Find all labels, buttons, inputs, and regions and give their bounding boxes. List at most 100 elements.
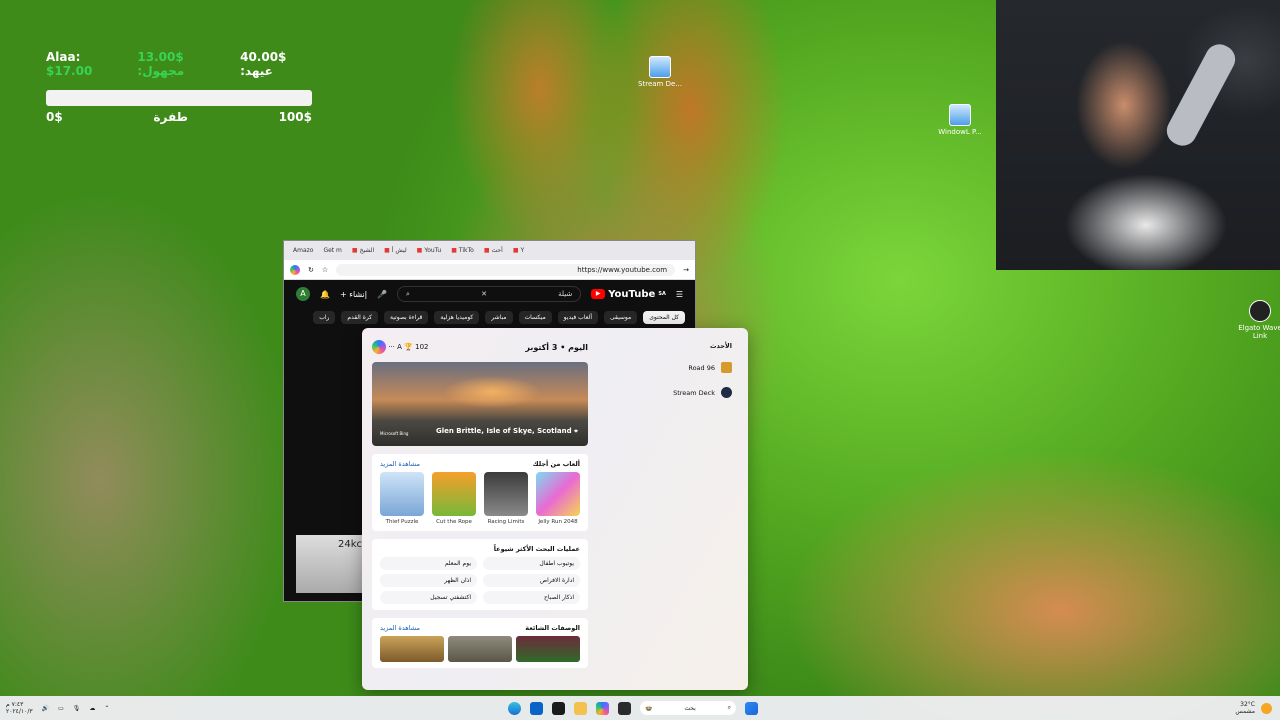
desktop-icon-stream-deck[interactable]: Stream De... (630, 56, 690, 88)
clear-icon[interactable]: ✕ (481, 290, 487, 298)
games-title: ألعاب من أجلك (532, 460, 580, 468)
terminal-icon[interactable] (618, 701, 631, 715)
account-avatar[interactable]: A (397, 343, 402, 351)
cloud-icon[interactable]: ☁ (89, 705, 95, 712)
copilot-icon[interactable] (372, 340, 386, 354)
browser-tab[interactable]: Amazo (290, 246, 316, 255)
forward-icon[interactable]: → (683, 266, 689, 274)
donations-line: Alaa: $17.00 13.00$ :مجهول 40.00$ :عيهد (46, 50, 316, 78)
chip[interactable]: كوميديا هزلية (434, 311, 480, 324)
outlook-icon[interactable] (530, 701, 543, 715)
search-item[interactable]: يوتيوب اطفال (483, 557, 580, 570)
recent-title: الأحدث (709, 342, 732, 350)
donor-alaa: Alaa: $17.00 (46, 50, 93, 78)
recent-item[interactable]: Stream Deck (612, 387, 732, 398)
app-icon (949, 104, 971, 126)
games-see-more-link[interactable]: مشاهدة المزيد (380, 460, 420, 468)
chip[interactable]: كرة القدم (341, 311, 379, 324)
volume-icon[interactable]: 🔊 (42, 705, 49, 712)
browser-tab[interactable]: الشيخ (349, 246, 377, 255)
recipes-see-more-link[interactable]: مشاهدة المزيد (380, 624, 420, 632)
recipe-thumb[interactable] (516, 636, 580, 662)
chip[interactable]: قراءة بصوتية (384, 311, 429, 324)
chip[interactable]: موسيقى (604, 311, 638, 324)
youtube-logo[interactable]: ▶ YouTube SA (591, 289, 666, 300)
search-item[interactable]: اذان الظهر (380, 574, 477, 587)
taskbar-search[interactable]: 🍲 بحث ⌕ (640, 701, 736, 715)
search-item[interactable]: اكتشفتي تسجيل (380, 591, 477, 604)
search-icon[interactable]: ⌕ (406, 290, 410, 299)
chevron-up-icon[interactable]: ⌃ (104, 705, 109, 712)
search-query: شيلة (558, 290, 573, 298)
game-tile[interactable]: Thief Puzzle (380, 472, 424, 525)
recent-item[interactable]: Road 96 (612, 362, 732, 373)
account-avatar[interactable]: A (296, 287, 310, 301)
desktop-icon-wave-link[interactable]: Elgato Wave Link (1230, 300, 1280, 340)
favorite-icon[interactable]: ☆ (322, 266, 328, 274)
game-tile[interactable]: Cut the Rope (432, 472, 476, 525)
weather-widget[interactable]: 32°C مشمس (1235, 701, 1272, 715)
game-tile[interactable]: Racing Limits (484, 472, 528, 525)
browser-tab[interactable]: ليش أ (381, 246, 410, 255)
create-button[interactable]: + إنشاء (340, 290, 367, 299)
desktop-icon-window[interactable]: WindowL P... (930, 104, 990, 136)
taskbar: ٧:٤٣ م ٢٠٢٤/١٠/٣ 🔊 ▭ 🎙 ☁ ⌃ 🍲 بحث ⌕ 32°C مش… (0, 696, 1280, 720)
search-input[interactable]: ⌕ ✕ شيلة (396, 286, 582, 302)
webcam-feed (996, 0, 1280, 270)
menu-icon[interactable]: ☰ (676, 290, 683, 299)
mic-icon[interactable]: 🎙 (73, 705, 81, 712)
search-item[interactable]: ادارة الافراص (483, 574, 580, 587)
search-item[interactable]: يوم المعلم (380, 557, 477, 570)
copilot-icon[interactable] (596, 701, 609, 715)
clock[interactable]: ٧:٤٣ م ٢٠٢٤/١٠/٣ (6, 701, 33, 715)
video-thumbnail[interactable]: 24kc (296, 535, 366, 593)
bing-hero-image[interactable]: Microsoft Bing Glen Brittle, Isle of Sky… (372, 362, 588, 446)
hero-caption: Glen Brittle, Isle of Skye, Scotland ⌖ (435, 427, 578, 435)
location-icon: ⌖ (574, 427, 578, 435)
feed-toolbar: ··· A 🏆 102 (372, 340, 429, 354)
file-explorer-icon[interactable] (574, 701, 587, 715)
start-icon[interactable] (745, 701, 758, 715)
recipe-thumb[interactable] (380, 636, 444, 662)
goal-min-label: 0$ (46, 110, 63, 124)
feed-header: ··· A 🏆 102 اليوم • 3 أكتوبر (372, 336, 588, 358)
store-icon[interactable] (552, 701, 565, 715)
edge-icon[interactable] (508, 701, 521, 715)
chip[interactable]: راب (313, 311, 336, 324)
game-tile[interactable]: Jelly Run 2048 (536, 472, 580, 525)
search-item[interactable]: اذكار الصباح (483, 591, 580, 604)
donation-goal-overlay: Alaa: $17.00 13.00$ :مجهول 40.00$ :عيهد … (46, 50, 316, 124)
chip[interactable]: كل المحتوى (643, 311, 685, 324)
desktop-icon-label: Stream De... (638, 80, 682, 88)
recipes-card: مشاهدة المزيد الوصفات الشائعة (372, 618, 588, 668)
refresh-icon[interactable]: ↻ (308, 266, 314, 274)
browser-tab[interactable]: TikTo (448, 246, 477, 255)
more-icon[interactable]: ··· (388, 343, 397, 351)
address-bar-row: ↻ ☆ https://www.youtube.com → (284, 260, 695, 280)
games-card: مشاهدة المزيد ألعاب من أجلك Thief Puzzle… (372, 454, 588, 531)
app-icon (649, 56, 671, 78)
copilot-icon[interactable] (290, 264, 300, 275)
searches-title: عمليات البحث الأكثر شيوعاً (493, 545, 580, 553)
browser-tab[interactable]: Get m (320, 246, 344, 255)
sun-icon (1261, 702, 1272, 714)
network-icon[interactable]: ▭ (58, 705, 64, 712)
chip[interactable]: ميكسات (518, 311, 552, 324)
desktop-icon-label: Elgato Wave Link (1238, 324, 1280, 340)
recipe-thumb[interactable] (448, 636, 512, 662)
browser-tab[interactable]: YouTu (414, 246, 445, 255)
recipes-title: الوصفات الشائعة (525, 624, 580, 632)
search-highlight-icon: 🍲 (645, 704, 653, 712)
youtube-header: A 🔔 + إنشاء 🎤 ⌕ ✕ شيلة ▶ YouTube SA ☰ (284, 280, 695, 308)
browser-tab-active[interactable]: Y (510, 246, 527, 255)
browser-tab[interactable]: أحث (481, 246, 506, 255)
search-icon: ⌕ (727, 704, 731, 711)
address-bar[interactable]: https://www.youtube.com (336, 263, 676, 276)
chip[interactable]: مباشر (485, 311, 513, 324)
goal-title: طفرة (153, 110, 188, 124)
stream-deck-icon (721, 387, 732, 398)
voice-search-icon[interactable]: 🎤 (377, 290, 387, 299)
chip[interactable]: ألعاب فيديو (557, 311, 599, 324)
rewards-icon[interactable]: 🏆 (404, 343, 413, 351)
notifications-icon[interactable]: 🔔 (320, 290, 330, 299)
